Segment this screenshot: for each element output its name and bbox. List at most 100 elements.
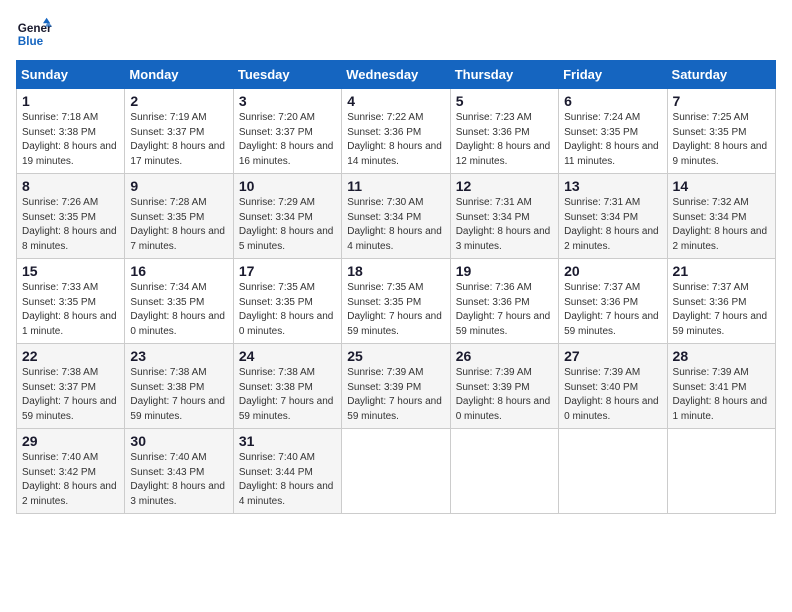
day-detail: Sunrise: 7:37 AM Sunset: 3:36 PM Dayligh… (673, 281, 770, 339)
day-number: 23 (130, 348, 227, 364)
day-number: 29 (22, 433, 119, 449)
day-number: 9 (130, 178, 227, 194)
day-detail: Sunrise: 7:29 AM Sunset: 3:34 PM Dayligh… (239, 196, 336, 254)
day-detail: Sunrise: 7:18 AM Sunset: 3:38 PM Dayligh… (22, 111, 119, 169)
day-detail: Sunrise: 7:30 AM Sunset: 3:34 PM Dayligh… (347, 196, 444, 254)
day-detail: Sunrise: 7:39 AM Sunset: 3:40 PM Dayligh… (564, 366, 661, 424)
day-detail: Sunrise: 7:28 AM Sunset: 3:35 PM Dayligh… (130, 196, 227, 254)
day-number: 4 (347, 93, 444, 109)
calendar-cell: 21 Sunrise: 7:37 AM Sunset: 3:36 PM Dayl… (667, 259, 775, 344)
day-detail: Sunrise: 7:31 AM Sunset: 3:34 PM Dayligh… (564, 196, 661, 254)
day-number: 12 (456, 178, 553, 194)
day-detail: Sunrise: 7:23 AM Sunset: 3:36 PM Dayligh… (456, 111, 553, 169)
calendar-table: SundayMondayTuesdayWednesdayThursdayFrid… (16, 60, 776, 514)
day-number: 20 (564, 263, 661, 279)
calendar-cell (342, 429, 450, 514)
day-of-week-header: Wednesday (342, 61, 450, 89)
calendar-cell (667, 429, 775, 514)
day-number: 24 (239, 348, 336, 364)
day-number: 3 (239, 93, 336, 109)
day-of-week-header: Tuesday (233, 61, 341, 89)
page-header: General Blue (16, 16, 776, 52)
calendar-cell: 23 Sunrise: 7:38 AM Sunset: 3:38 PM Dayl… (125, 344, 233, 429)
day-number: 8 (22, 178, 119, 194)
day-detail: Sunrise: 7:32 AM Sunset: 3:34 PM Dayligh… (673, 196, 770, 254)
calendar-header-row: SundayMondayTuesdayWednesdayThursdayFrid… (17, 61, 776, 89)
calendar-cell: 14 Sunrise: 7:32 AM Sunset: 3:34 PM Dayl… (667, 174, 775, 259)
day-detail: Sunrise: 7:39 AM Sunset: 3:39 PM Dayligh… (456, 366, 553, 424)
day-number: 25 (347, 348, 444, 364)
day-detail: Sunrise: 7:40 AM Sunset: 3:42 PM Dayligh… (22, 451, 119, 509)
calendar-cell: 7 Sunrise: 7:25 AM Sunset: 3:35 PM Dayli… (667, 89, 775, 174)
day-of-week-header: Friday (559, 61, 667, 89)
day-detail: Sunrise: 7:20 AM Sunset: 3:37 PM Dayligh… (239, 111, 336, 169)
calendar-cell: 1 Sunrise: 7:18 AM Sunset: 3:38 PM Dayli… (17, 89, 125, 174)
day-number: 13 (564, 178, 661, 194)
day-detail: Sunrise: 7:39 AM Sunset: 3:39 PM Dayligh… (347, 366, 444, 424)
day-number: 10 (239, 178, 336, 194)
calendar-cell: 11 Sunrise: 7:30 AM Sunset: 3:34 PM Dayl… (342, 174, 450, 259)
calendar-cell: 3 Sunrise: 7:20 AM Sunset: 3:37 PM Dayli… (233, 89, 341, 174)
day-detail: Sunrise: 7:40 AM Sunset: 3:43 PM Dayligh… (130, 451, 227, 509)
day-number: 30 (130, 433, 227, 449)
calendar-cell: 31 Sunrise: 7:40 AM Sunset: 3:44 PM Dayl… (233, 429, 341, 514)
day-detail: Sunrise: 7:38 AM Sunset: 3:37 PM Dayligh… (22, 366, 119, 424)
calendar-cell (450, 429, 558, 514)
day-detail: Sunrise: 7:33 AM Sunset: 3:35 PM Dayligh… (22, 281, 119, 339)
calendar-week-row: 8 Sunrise: 7:26 AM Sunset: 3:35 PM Dayli… (17, 174, 776, 259)
calendar-cell: 26 Sunrise: 7:39 AM Sunset: 3:39 PM Dayl… (450, 344, 558, 429)
logo: General Blue (16, 16, 52, 52)
day-number: 16 (130, 263, 227, 279)
day-detail: Sunrise: 7:35 AM Sunset: 3:35 PM Dayligh… (239, 281, 336, 339)
day-detail: Sunrise: 7:34 AM Sunset: 3:35 PM Dayligh… (130, 281, 227, 339)
day-of-week-header: Saturday (667, 61, 775, 89)
calendar-cell: 15 Sunrise: 7:33 AM Sunset: 3:35 PM Dayl… (17, 259, 125, 344)
day-number: 19 (456, 263, 553, 279)
day-detail: Sunrise: 7:37 AM Sunset: 3:36 PM Dayligh… (564, 281, 661, 339)
day-number: 27 (564, 348, 661, 364)
day-detail: Sunrise: 7:38 AM Sunset: 3:38 PM Dayligh… (239, 366, 336, 424)
day-detail: Sunrise: 7:39 AM Sunset: 3:41 PM Dayligh… (673, 366, 770, 424)
calendar-cell: 25 Sunrise: 7:39 AM Sunset: 3:39 PM Dayl… (342, 344, 450, 429)
day-number: 1 (22, 93, 119, 109)
day-detail: Sunrise: 7:38 AM Sunset: 3:38 PM Dayligh… (130, 366, 227, 424)
day-number: 15 (22, 263, 119, 279)
day-number: 6 (564, 93, 661, 109)
calendar-cell: 16 Sunrise: 7:34 AM Sunset: 3:35 PM Dayl… (125, 259, 233, 344)
calendar-cell: 6 Sunrise: 7:24 AM Sunset: 3:35 PM Dayli… (559, 89, 667, 174)
day-number: 22 (22, 348, 119, 364)
calendar-week-row: 22 Sunrise: 7:38 AM Sunset: 3:37 PM Dayl… (17, 344, 776, 429)
calendar-cell: 9 Sunrise: 7:28 AM Sunset: 3:35 PM Dayli… (125, 174, 233, 259)
calendar-week-row: 1 Sunrise: 7:18 AM Sunset: 3:38 PM Dayli… (17, 89, 776, 174)
day-number: 26 (456, 348, 553, 364)
day-number: 31 (239, 433, 336, 449)
day-number: 18 (347, 263, 444, 279)
day-detail: Sunrise: 7:35 AM Sunset: 3:35 PM Dayligh… (347, 281, 444, 339)
day-of-week-header: Sunday (17, 61, 125, 89)
day-of-week-header: Thursday (450, 61, 558, 89)
day-number: 17 (239, 263, 336, 279)
day-number: 11 (347, 178, 444, 194)
calendar-cell: 2 Sunrise: 7:19 AM Sunset: 3:37 PM Dayli… (125, 89, 233, 174)
day-detail: Sunrise: 7:24 AM Sunset: 3:35 PM Dayligh… (564, 111, 661, 169)
day-number: 5 (456, 93, 553, 109)
day-detail: Sunrise: 7:22 AM Sunset: 3:36 PM Dayligh… (347, 111, 444, 169)
calendar-cell: 17 Sunrise: 7:35 AM Sunset: 3:35 PM Dayl… (233, 259, 341, 344)
day-number: 21 (673, 263, 770, 279)
calendar-cell: 29 Sunrise: 7:40 AM Sunset: 3:42 PM Dayl… (17, 429, 125, 514)
calendar-cell: 4 Sunrise: 7:22 AM Sunset: 3:36 PM Dayli… (342, 89, 450, 174)
calendar-cell: 19 Sunrise: 7:36 AM Sunset: 3:36 PM Dayl… (450, 259, 558, 344)
calendar-cell: 5 Sunrise: 7:23 AM Sunset: 3:36 PM Dayli… (450, 89, 558, 174)
calendar-cell (559, 429, 667, 514)
day-detail: Sunrise: 7:31 AM Sunset: 3:34 PM Dayligh… (456, 196, 553, 254)
calendar-week-row: 29 Sunrise: 7:40 AM Sunset: 3:42 PM Dayl… (17, 429, 776, 514)
calendar-cell: 24 Sunrise: 7:38 AM Sunset: 3:38 PM Dayl… (233, 344, 341, 429)
day-detail: Sunrise: 7:36 AM Sunset: 3:36 PM Dayligh… (456, 281, 553, 339)
day-detail: Sunrise: 7:40 AM Sunset: 3:44 PM Dayligh… (239, 451, 336, 509)
day-of-week-header: Monday (125, 61, 233, 89)
calendar-cell: 27 Sunrise: 7:39 AM Sunset: 3:40 PM Dayl… (559, 344, 667, 429)
day-number: 28 (673, 348, 770, 364)
day-detail: Sunrise: 7:19 AM Sunset: 3:37 PM Dayligh… (130, 111, 227, 169)
calendar-cell: 13 Sunrise: 7:31 AM Sunset: 3:34 PM Dayl… (559, 174, 667, 259)
day-detail: Sunrise: 7:26 AM Sunset: 3:35 PM Dayligh… (22, 196, 119, 254)
